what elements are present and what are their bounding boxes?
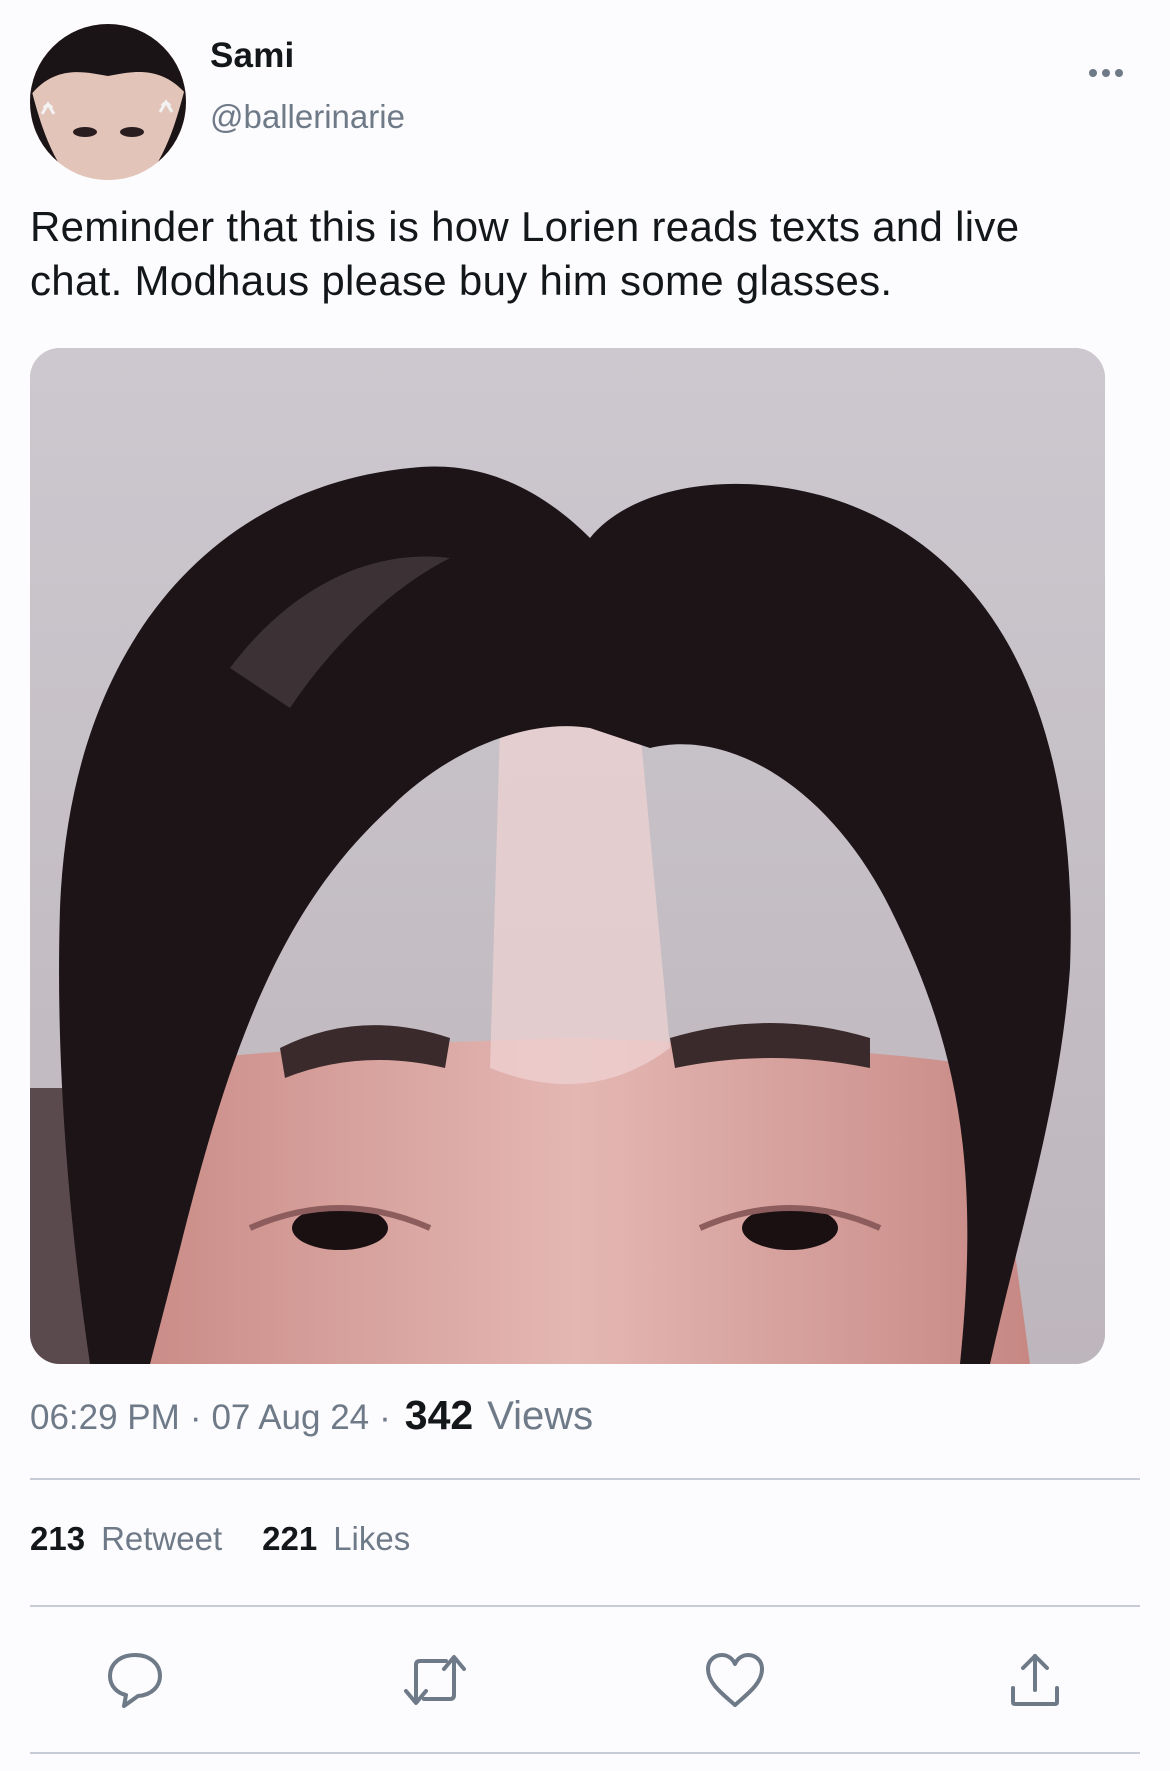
- retweet-button[interactable]: [395, 1640, 475, 1720]
- share-button[interactable]: [995, 1640, 1075, 1720]
- divider: [30, 1478, 1140, 1480]
- retweet-count[interactable]: 213: [30, 1520, 85, 1558]
- share-icon: [1011, 1654, 1059, 1706]
- tweet-time[interactable]: 06:29 PM: [30, 1398, 180, 1438]
- likes-count[interactable]: 221: [262, 1520, 317, 1558]
- timestamp-row: 06:29 PM · 07 Aug 24 · 342 Views: [30, 1392, 593, 1439]
- separator: ·: [379, 1398, 391, 1437]
- media-image: [30, 348, 1105, 1364]
- avatar-image: [30, 24, 186, 180]
- display-name[interactable]: Sami: [210, 36, 294, 76]
- engagement-stats: 213 Retweet 221 Likes: [30, 1520, 450, 1558]
- more-dot-icon: [1089, 69, 1097, 77]
- reply-button[interactable]: [95, 1640, 175, 1720]
- divider: [30, 1752, 1140, 1754]
- divider: [30, 1605, 1140, 1607]
- more-dot-icon: [1102, 69, 1110, 77]
- tweet-media-photo[interactable]: [30, 348, 1105, 1364]
- heart-icon: [706, 1653, 764, 1707]
- views-label: Views: [487, 1394, 594, 1438]
- likes-label[interactable]: Likes: [333, 1520, 410, 1558]
- avatar[interactable]: [30, 24, 186, 180]
- retweet-label[interactable]: Retweet: [101, 1520, 222, 1558]
- tweet-date[interactable]: 07 Aug 24: [211, 1398, 369, 1438]
- like-button[interactable]: [695, 1640, 775, 1720]
- more-dot-icon: [1115, 69, 1123, 77]
- separator: ·: [189, 1398, 202, 1437]
- tweet-text: Reminder that this is how Lorien reads t…: [30, 200, 1140, 308]
- action-bar: [0, 1640, 1170, 1720]
- reply-icon: [108, 1653, 162, 1708]
- tweet-text-line: chat. Modhaus please buy him some glasse…: [30, 257, 893, 304]
- user-handle[interactable]: @ballerinarie: [210, 98, 405, 136]
- tweet-text-line: Reminder that this is how Lorien reads t…: [30, 203, 1020, 250]
- more-options-button[interactable]: [1076, 58, 1136, 88]
- views-count: 342: [404, 1392, 474, 1438]
- tweet: Sami @ballerinarie Reminder that this is…: [0, 0, 1170, 1771]
- retweet-icon: [404, 1655, 466, 1705]
